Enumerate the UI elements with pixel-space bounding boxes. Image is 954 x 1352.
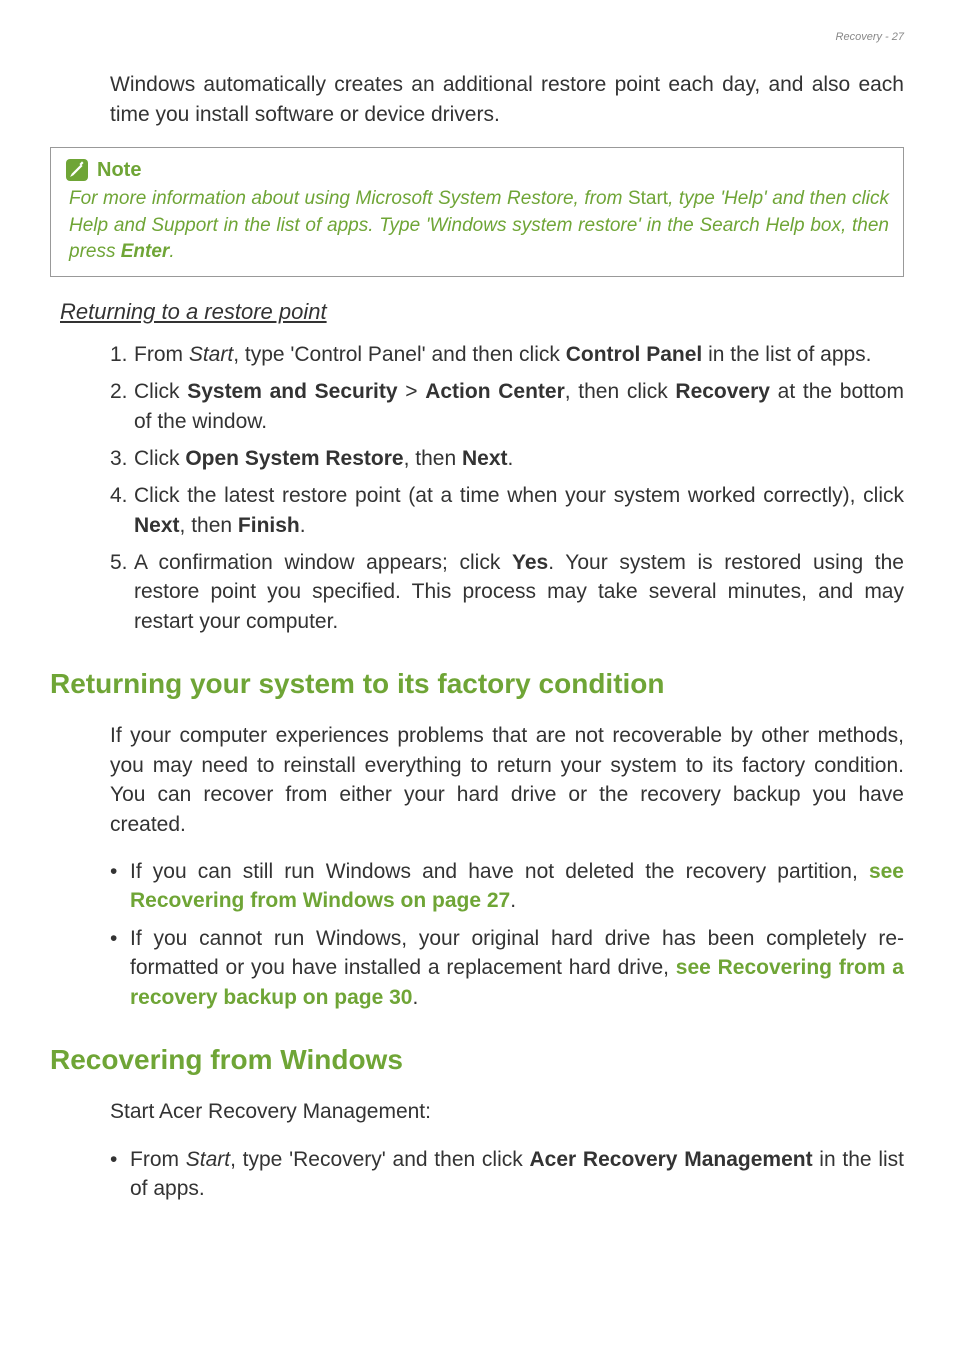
list-item: •If you cannot run Windows, your origina… xyxy=(110,924,904,1012)
list-item: 4.Click the latest restore point (at a t… xyxy=(110,481,904,540)
recovering-bullets: •From Start, type 'Recovery' and then cl… xyxy=(110,1145,904,1204)
list-number: 2. xyxy=(110,377,134,436)
factory-bullets: •If you can still run Windows and have n… xyxy=(110,857,904,1012)
list-text: Click Open System Restore, then Next. xyxy=(134,444,904,473)
list-text: Click the latest restore point (at a tim… xyxy=(134,481,904,540)
pencil-icon xyxy=(65,158,89,182)
bullet-icon: • xyxy=(110,857,130,916)
list-text: Click System and Security > Action Cente… xyxy=(134,377,904,436)
bullet-icon: • xyxy=(110,1145,130,1204)
recovering-paragraph: Start Acer Recovery Management: xyxy=(110,1097,904,1126)
heading-factory-condition: Returning your system to its factory con… xyxy=(50,664,904,703)
list-item: •From Start, type 'Recovery' and then cl… xyxy=(110,1145,904,1204)
list-number: 1. xyxy=(110,340,134,369)
list-text: If you can still run Windows and have no… xyxy=(130,857,904,916)
note-title: Note xyxy=(97,156,141,184)
list-text: From Start, type 'Control Panel' and the… xyxy=(134,340,904,369)
note-enter-word: Enter xyxy=(121,241,170,262)
note-header: Note xyxy=(65,156,889,184)
intro-paragraph: Windows automatically creates an additio… xyxy=(110,70,904,129)
note-start-word: Start xyxy=(628,188,668,209)
list-item: 5.A confirmation window appears; click Y… xyxy=(110,548,904,636)
list-text: From Start, type 'Recovery' and then cli… xyxy=(130,1145,904,1204)
list-item: 3.Click Open System Restore, then Next. xyxy=(110,444,904,473)
page-header: Recovery - 27 xyxy=(50,30,904,45)
bullet-icon: • xyxy=(110,924,130,1012)
note-text-suffix: . xyxy=(169,241,174,262)
list-text: If you cannot run Windows, your original… xyxy=(130,924,904,1012)
list-item: 1.From Start, type 'Control Panel' and t… xyxy=(110,340,904,369)
list-text: A confirmation window appears; click Yes… xyxy=(134,548,904,636)
list-number: 5. xyxy=(110,548,134,636)
list-number: 3. xyxy=(110,444,134,473)
factory-paragraph: If your computer experiences problems th… xyxy=(110,721,904,839)
list-number: 4. xyxy=(110,481,134,540)
note-text-prefix: For more information about using Microso… xyxy=(69,188,628,209)
restore-steps-list: 1.From Start, type 'Control Panel' and t… xyxy=(110,340,904,637)
note-box: Note For more information about using Mi… xyxy=(50,147,904,277)
heading-recovering-windows: Recovering from Windows xyxy=(50,1040,904,1079)
list-item: •If you can still run Windows and have n… xyxy=(110,857,904,916)
note-body: For more information about using Microso… xyxy=(69,186,889,266)
sub-heading-restore-point: Returning to a restore point xyxy=(60,297,904,328)
list-item: 2.Click System and Security > Action Cen… xyxy=(110,377,904,436)
